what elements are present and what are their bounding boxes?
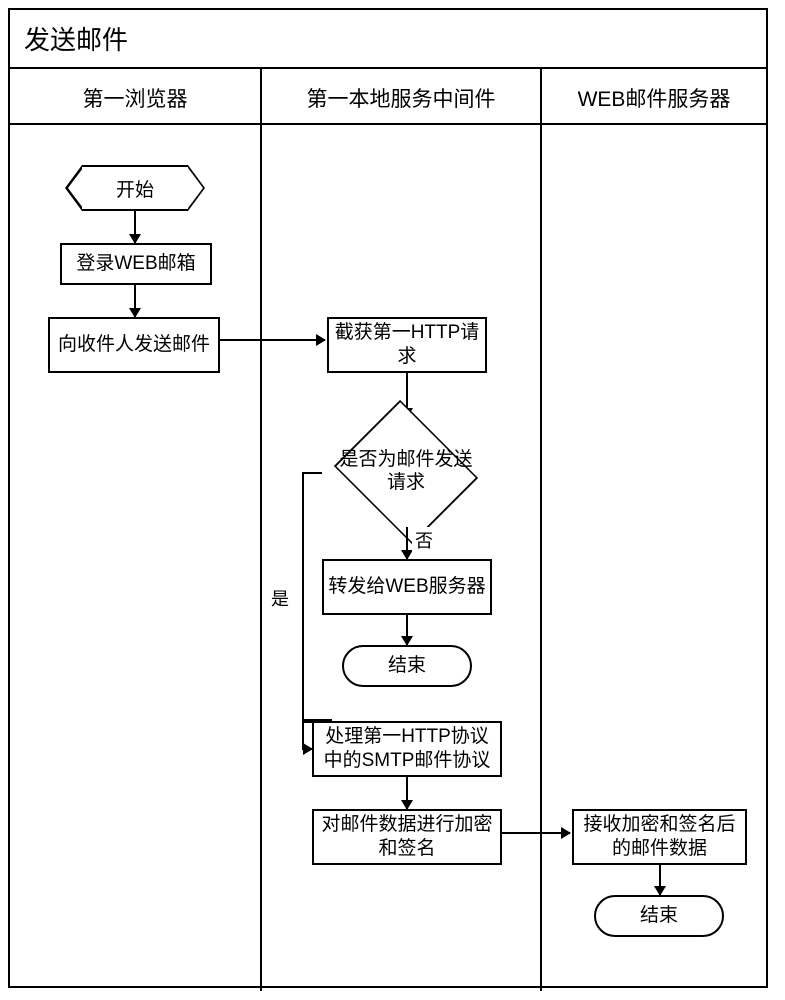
diagram-title: 发送邮件 [10, 10, 766, 69]
start-node: 开始 [65, 165, 205, 211]
decision-label: 是否为邮件发送请求 [321, 417, 491, 527]
arrow-receive-to-end [659, 865, 661, 895]
edge-label-yes: 是 [268, 585, 292, 611]
lane-browser-header: 第一浏览器 [10, 69, 260, 125]
send-mail-node: 向收件人发送邮件 [48, 317, 220, 373]
lane-browser: 第一浏览器 开始 登录WEB邮箱 向收件人发送邮件 [10, 69, 260, 991]
lane-middleware-header: 第一本地服务中间件 [262, 69, 540, 125]
decision-node: 是否为邮件发送请求 [321, 417, 491, 527]
yes-branch-vline [302, 472, 304, 721]
lane-middleware-body: 截获第一HTTP请求 是否为邮件发送请求 否 转发给WEB服务器 结束 [262, 125, 540, 991]
lane-middleware: 第一本地服务中间件 截获第一HTTP请求 是否为邮件发送请求 否 转发给WEB服… [260, 69, 540, 991]
end-node-1: 结束 [342, 645, 472, 687]
arrow-login-to-send [134, 285, 136, 317]
hex-right-wedge [188, 165, 205, 211]
swimlane-diagram: 发送邮件 第一浏览器 开始 登录WEB邮箱 向收件人发送邮件 第一本地服务中间件 [8, 8, 768, 988]
yes-branch-stub [304, 472, 322, 474]
intercept-node: 截获第一HTTP请求 [327, 317, 487, 373]
receive-node: 接收加密和签名后的邮件数据 [572, 809, 747, 865]
edge-label-no: 否 [412, 527, 436, 553]
lane-web-mail-server: WEB邮件服务器 接收加密和签名后的邮件数据 结束 [540, 69, 766, 991]
hex-left-wedge [65, 165, 82, 211]
arrow-smtp-to-encrypt [406, 777, 408, 809]
start-label: 开始 [82, 165, 188, 211]
lanes-container: 第一浏览器 开始 登录WEB邮箱 向收件人发送邮件 第一本地服务中间件 截获第一… [10, 69, 766, 991]
forward-node: 转发给WEB服务器 [322, 559, 492, 615]
lane-web-mail-server-body: 接收加密和签名后的邮件数据 结束 [542, 125, 766, 991]
arrow-forward-to-end [406, 615, 408, 645]
lane-web-mail-server-header: WEB邮件服务器 [542, 69, 766, 125]
end-node-2: 结束 [594, 895, 724, 937]
process-smtp-node: 处理第一HTTP协议中的SMTP邮件协议 [312, 721, 502, 777]
yes-branch-vline-ext [302, 719, 304, 750]
arrow-decision-to-forward [406, 527, 408, 559]
encrypt-node: 对邮件数据进行加密和签名 [312, 809, 502, 865]
lane-browser-body: 开始 登录WEB邮箱 向收件人发送邮件 [10, 125, 260, 991]
login-node: 登录WEB邮箱 [60, 243, 212, 285]
arrow-start-to-login [134, 211, 136, 243]
